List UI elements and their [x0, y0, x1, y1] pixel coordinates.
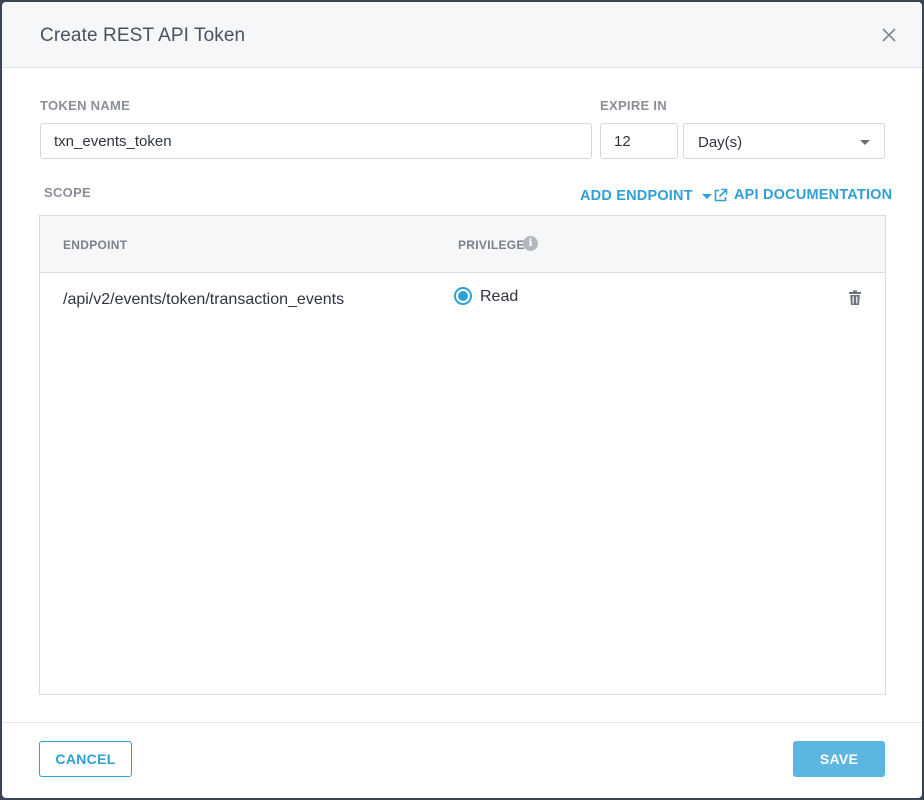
api-documentation-label: API DOCUMENTATION [734, 187, 893, 203]
privilege-read-radio[interactable] [454, 287, 472, 305]
info-icon[interactable]: i [523, 236, 538, 251]
chevron-down-icon [860, 140, 870, 145]
token-name-input[interactable] [40, 123, 592, 159]
save-button[interactable]: SAVE [793, 741, 885, 777]
radio-selected-dot [458, 291, 468, 301]
create-token-dialog: Create REST API Token TOKEN NAME EXPIRE … [2, 2, 922, 798]
expire-value-input[interactable] [600, 123, 678, 159]
endpoint-path: /api/v2/events/token/transaction_events [63, 291, 345, 308]
external-link-icon [713, 188, 728, 203]
cancel-button[interactable]: CANCEL [39, 741, 132, 777]
api-documentation-link[interactable]: API DOCUMENTATION [713, 187, 892, 203]
dialog-title: Create REST API Token [40, 25, 246, 46]
add-endpoint-button[interactable]: ADD ENDPOINT [580, 188, 712, 204]
privilege-read-label: Read [480, 288, 519, 305]
expire-unit-value: Day(s) [698, 134, 743, 151]
scope-table: ENDPOINT PRIVILEGE i /api/v2/events/toke… [39, 215, 886, 695]
close-icon[interactable] [880, 26, 898, 44]
caret-down-icon [701, 193, 712, 199]
table-header: ENDPOINT PRIVILEGE i [40, 216, 885, 273]
dialog-header: Create REST API Token [2, 2, 922, 68]
trash-icon[interactable] [848, 290, 862, 306]
endpoint-column-header: ENDPOINT [63, 238, 128, 252]
privilege-column-header: PRIVILEGE [458, 238, 525, 252]
footer-divider [2, 722, 922, 723]
scope-label: SCOPE [44, 185, 92, 200]
add-endpoint-label: ADD ENDPOINT [580, 188, 693, 204]
token-name-label: TOKEN NAME [40, 98, 131, 113]
expire-in-label: EXPIRE IN [600, 98, 667, 113]
expire-unit-select[interactable]: Day(s) [683, 123, 885, 159]
